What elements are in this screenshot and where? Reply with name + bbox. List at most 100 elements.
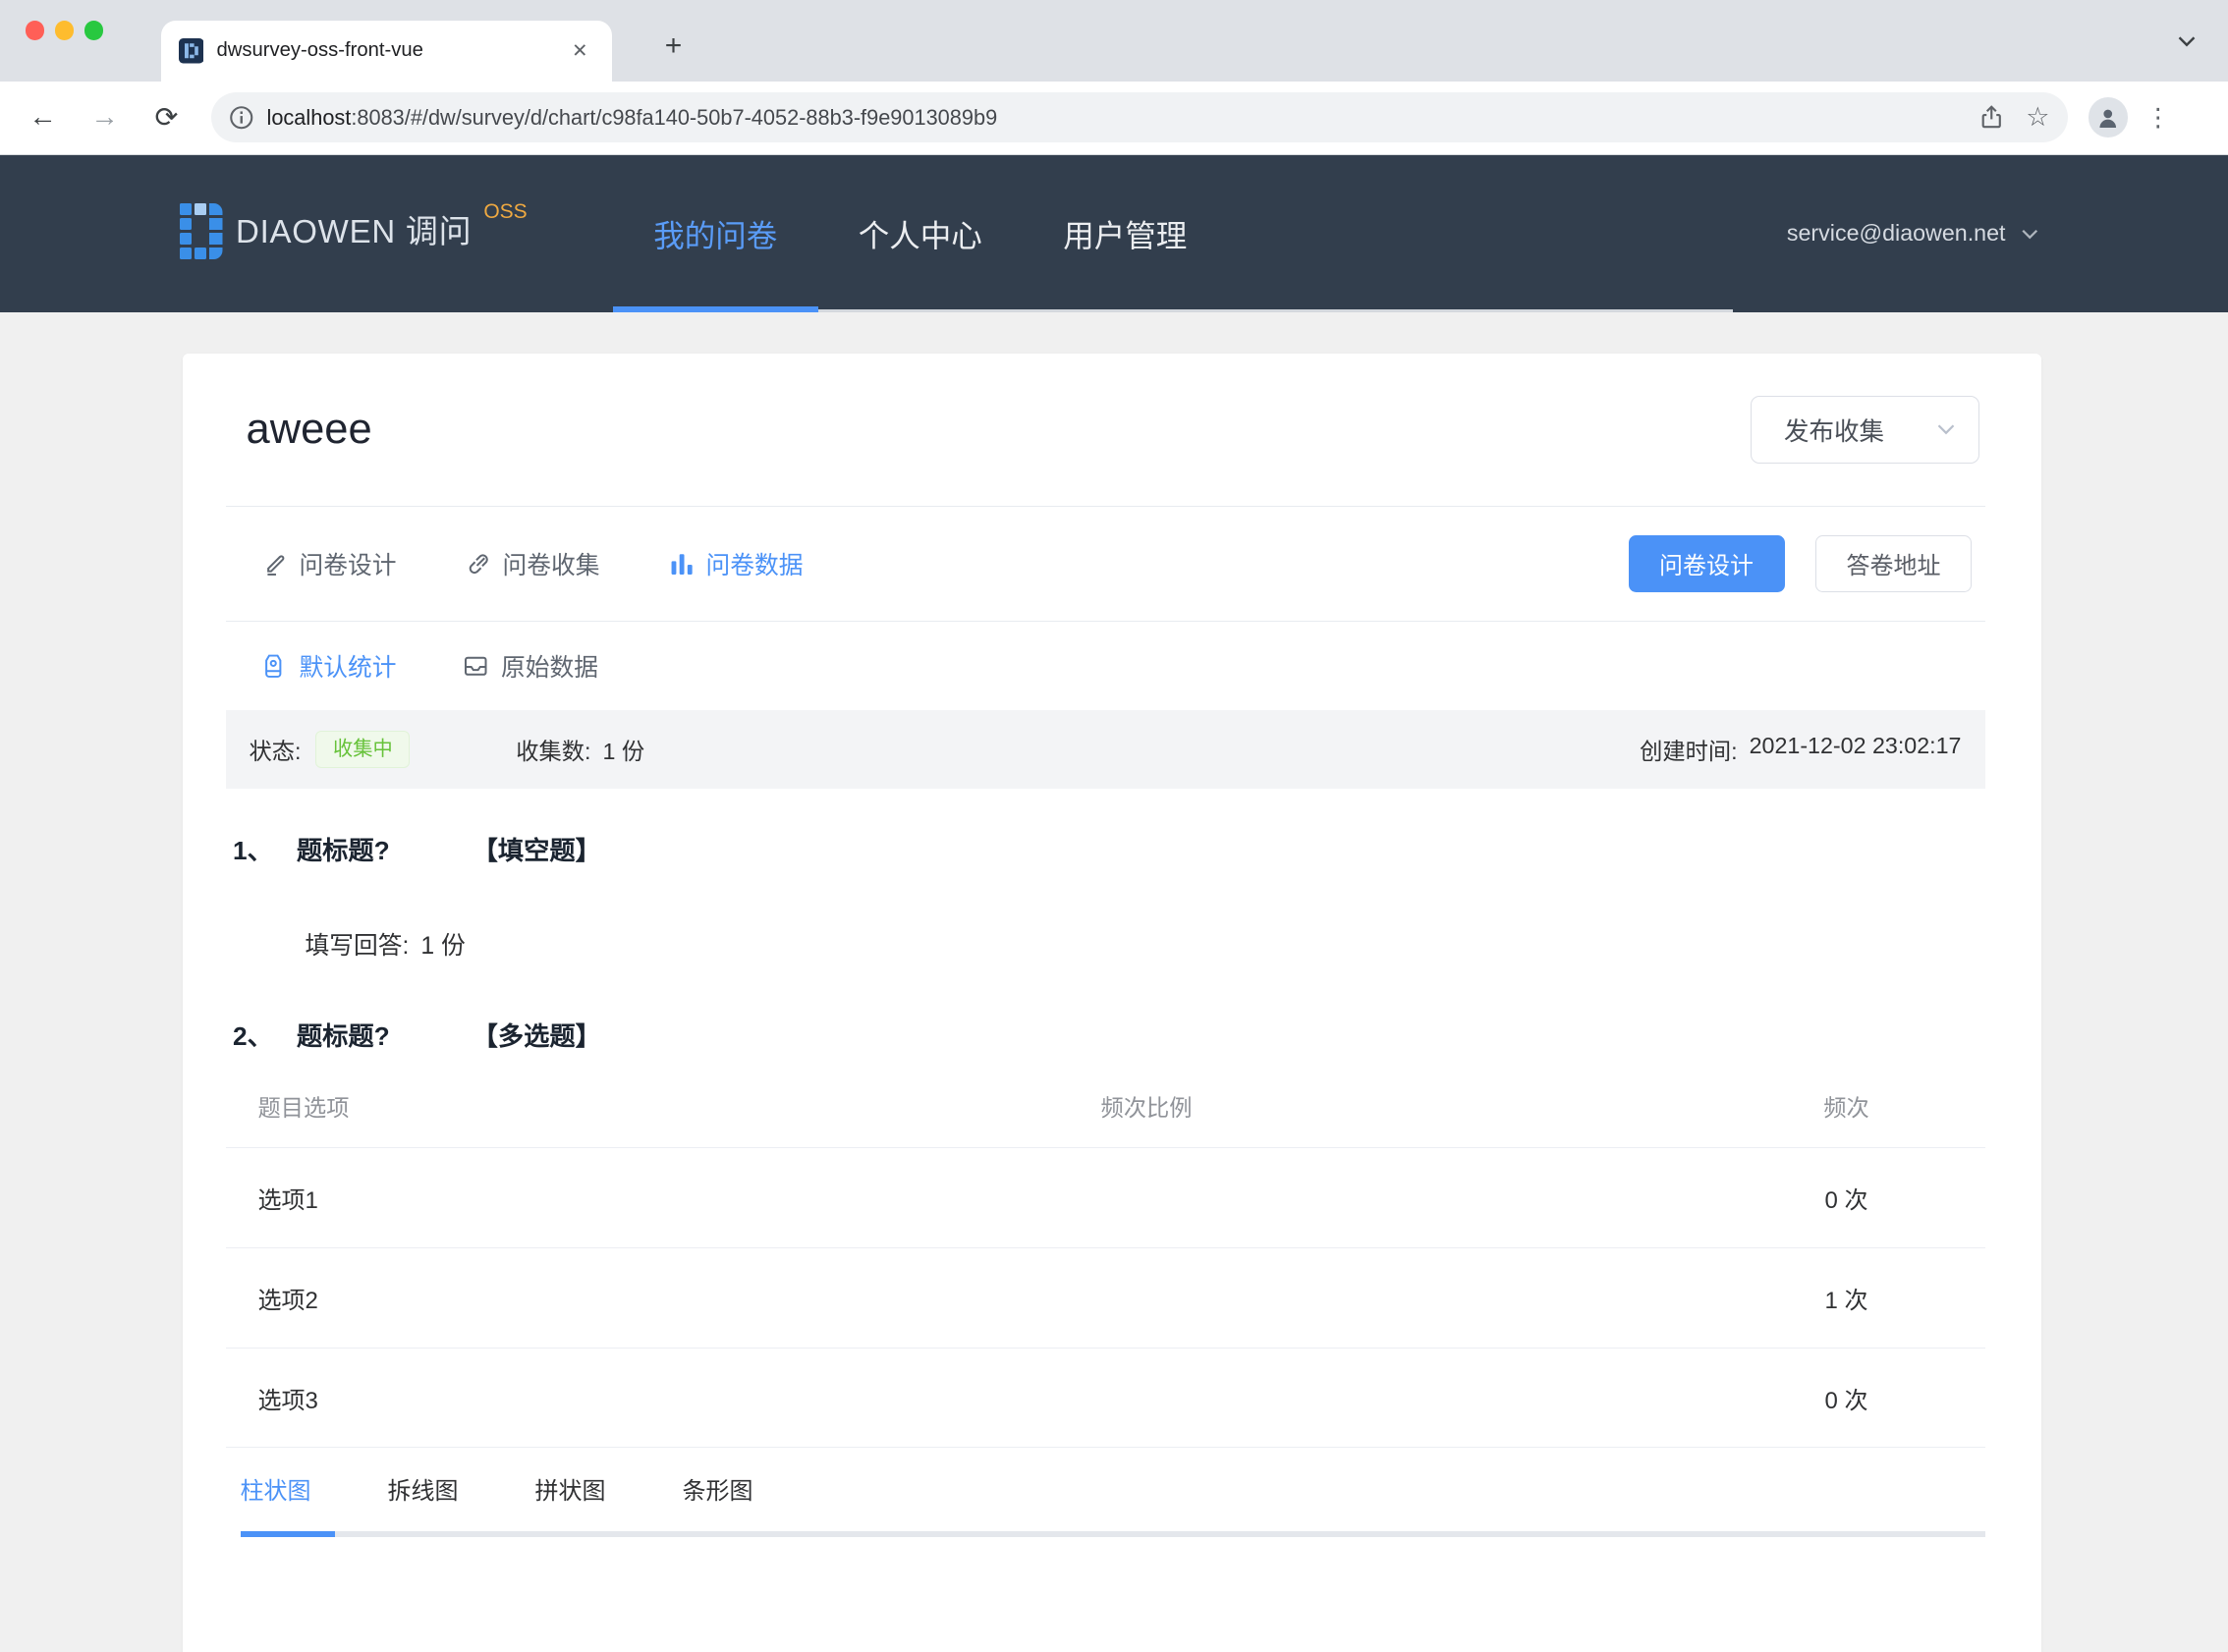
nav-item-user-management[interactable]: 用户管理 xyxy=(1023,155,1228,313)
tab-survey-design[interactable]: 问卷设计 xyxy=(261,546,397,581)
browser-tab[interactable]: dwsurvey-oss-front-vue ✕ xyxy=(160,21,612,82)
browser-menu-icon[interactable]: ⋮ xyxy=(2145,103,2171,133)
option-label: 选项1 xyxy=(257,1187,318,1214)
reload-button[interactable]: ⟳ xyxy=(141,101,192,135)
answer-url-button[interactable]: 答卷地址 xyxy=(1815,534,1972,592)
collect-count-value: 1 份 xyxy=(602,738,645,764)
table-header: 题目选项 频次比例 频次 xyxy=(226,1065,1985,1147)
chart-tab-line[interactable]: 拆线图 xyxy=(388,1471,459,1506)
chart-tab-pie[interactable]: 拼状图 xyxy=(535,1471,606,1506)
collect-count-label: 收集数: xyxy=(516,738,591,764)
stats-subtabs: 默认统计 原始数据 xyxy=(183,622,2041,710)
bar-chart-icon xyxy=(668,550,696,578)
nav-item-personal-center[interactable]: 个人中心 xyxy=(818,155,1024,313)
table-row: 选项1 0.00% 0 次 xyxy=(225,1147,1985,1247)
option-label: 选项3 xyxy=(257,1387,318,1414)
table-row: 选项2 100.00% 1 次 xyxy=(225,1247,1985,1348)
url-text[interactable]: localhost:8083/#/dw/survey/d/chart/c98fa… xyxy=(267,105,1966,131)
browser-tab-strip: dwsurvey-oss-front-vue ✕ + xyxy=(0,0,2228,82)
chart-type-tabs: 柱状图 拆线图 拼状图 条形图 xyxy=(240,1448,1985,1537)
site-info-icon[interactable] xyxy=(229,105,254,131)
question-number: 2、 xyxy=(233,1021,273,1051)
close-window-button[interactable] xyxy=(25,21,44,40)
survey-title-row: aweee 发布收集 xyxy=(183,354,2041,506)
publish-select-value: 发布收集 xyxy=(1784,417,1885,446)
url-host: localhost xyxy=(266,104,352,130)
question-1-answer: 填写回答: 1 份 xyxy=(306,926,2041,962)
question-type: 【填空题】 xyxy=(472,835,601,865)
tab-close-icon[interactable]: ✕ xyxy=(566,36,593,66)
share-icon[interactable] xyxy=(1977,103,2006,132)
option-label: 选项2 xyxy=(257,1288,318,1314)
chevron-down-icon xyxy=(2022,229,2038,239)
chart-tabs-active-indicator xyxy=(240,1530,335,1537)
created-time: 创建时间: 2021-12-02 23:02:17 xyxy=(1640,733,1961,766)
status-badge: 收集中 xyxy=(315,730,411,768)
header-ratio: 频次比例 xyxy=(1100,1095,1193,1121)
minimize-window-button[interactable] xyxy=(54,21,74,40)
user-email: service@diaowen.net xyxy=(1786,220,2006,247)
survey-design-button[interactable]: 问卷设计 xyxy=(1628,534,1785,592)
tab-label: 问卷数据 xyxy=(705,552,804,579)
edit-pencil-icon xyxy=(261,550,290,578)
tab-search-chevron-icon[interactable] xyxy=(2175,29,2199,53)
table-row: 选项3 0.00% 0 次 xyxy=(225,1348,1985,1448)
fullscreen-window-button[interactable] xyxy=(84,21,103,40)
tag-icon xyxy=(259,652,288,681)
url-path: :8083/#/dw/survey/d/chart/c98fa140-50b7-… xyxy=(351,104,998,130)
macos-window-controls[interactable] xyxy=(25,21,103,40)
survey-title: aweee xyxy=(246,405,372,453)
status-bar: 状态: 收集中 收集数: 1 份 创建时间: 2021-12-02 23:02:… xyxy=(225,710,1985,789)
tab-survey-collect[interactable]: 问卷收集 xyxy=(465,546,600,581)
chart-tab-bar[interactable]: 柱状图 xyxy=(241,1471,311,1506)
survey-section-tabs: 问卷设计 问卷收集 问卷数据 问卷设计 答卷地址 xyxy=(183,507,2041,621)
option-count: 0 次 xyxy=(1824,1187,1868,1214)
nav-item-my-surveys[interactable]: 我的问卷 xyxy=(613,155,818,312)
browser-profile-avatar[interactable] xyxy=(2088,97,2128,138)
subtab-default-stats[interactable]: 默认统计 xyxy=(259,648,397,684)
app-header: DIAOWEN 调问 OSS 我的问卷 个人中心 用户管理 service@di… xyxy=(0,154,2228,313)
browser-toolbar: ← → ⟳ localhost:8083/#/dw/survey/d/chart… xyxy=(0,81,2228,155)
new-tab-button[interactable]: + xyxy=(654,27,693,65)
question-number: 1、 xyxy=(233,835,273,865)
question-1-title: 1、 题标题? 【填空题】 xyxy=(233,830,2041,867)
favicon-icon xyxy=(178,38,203,64)
subtab-label: 原始数据 xyxy=(501,655,598,682)
inbox-icon xyxy=(462,652,490,681)
tab-title: dwsurvey-oss-front-vue xyxy=(216,39,423,62)
logo-text: DIAOWEN 调问 xyxy=(236,213,473,249)
option-count: 0 次 xyxy=(1824,1387,1868,1414)
question-type: 【多选题】 xyxy=(472,1021,601,1051)
answer-value: 1 份 xyxy=(420,932,466,960)
tab-label: 问卷设计 xyxy=(299,552,397,579)
question-2-title: 2、 题标题? 【多选题】 xyxy=(233,1016,2041,1053)
chevron-down-icon xyxy=(1934,417,1958,441)
created-time-value: 2021-12-02 23:02:17 xyxy=(1749,732,1962,758)
question-text: 题标题? xyxy=(296,1021,390,1051)
link-icon xyxy=(465,550,493,578)
screenshot-stage: dwsurvey-oss-front-vue ✕ + ← → ⟳ localho… xyxy=(0,0,2228,1652)
subtab-label: 默认统计 xyxy=(299,655,397,682)
question-text: 题标题? xyxy=(296,835,390,865)
status-label: 状态: xyxy=(249,738,302,764)
bookmark-star-icon[interactable]: ☆ xyxy=(2026,102,2049,133)
survey-card: aweee 发布收集 问卷设计 问卷收集 问卷数据 问卷设计 答卷地址 默认统计… xyxy=(183,354,2041,1652)
chart-tab-hbar[interactable]: 条形图 xyxy=(683,1471,753,1506)
answer-label: 填写回答: xyxy=(305,932,410,960)
forward-button[interactable]: → xyxy=(80,101,130,135)
app-logo[interactable]: DIAOWEN 调问 OSS xyxy=(180,200,528,259)
logo-oss-badge: OSS xyxy=(483,200,528,223)
tab-survey-data[interactable]: 问卷数据 xyxy=(668,546,804,581)
tab-label: 问卷收集 xyxy=(502,552,600,579)
created-time-label: 创建时间: xyxy=(1640,738,1738,764)
back-button[interactable]: ← xyxy=(18,101,68,135)
options-table: 题目选项 频次比例 频次 选项1 0.00% 0 次 选项2 100.00% 1… xyxy=(225,1065,1985,1448)
header-count: 频次 xyxy=(1823,1095,1869,1121)
diaowen-logo-icon xyxy=(180,203,223,259)
user-account-menu[interactable]: service@diaowen.net xyxy=(1787,155,2041,313)
subtab-raw-data[interactable]: 原始数据 xyxy=(462,648,598,684)
publish-collect-select[interactable]: 发布收集 xyxy=(1751,395,1979,464)
address-bar[interactable]: localhost:8083/#/dw/survey/d/chart/c98fa… xyxy=(210,92,2068,142)
header-option: 题目选项 xyxy=(257,1095,350,1121)
chart-tabs-track xyxy=(240,1530,1985,1537)
